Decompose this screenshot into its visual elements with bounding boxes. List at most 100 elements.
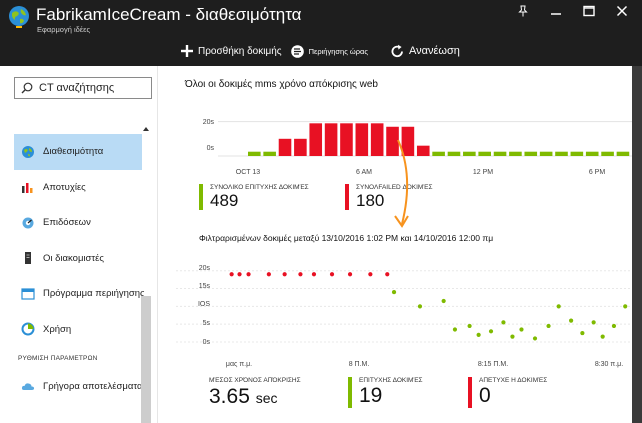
detail-point [510,334,515,339]
detail-x-tick: 8:30 π.μ. [595,361,623,368]
annotation-arrow-icon [394,139,409,228]
main-right-edge [632,66,642,423]
detail-x-tick: 8:15 Π.Μ. [478,361,508,368]
command-toolbar: Προσθήκη δοκιμής Περιήγησης ώρας Ανανέωσ… [180,39,468,63]
add-test-label: Προσθήκη δοκιμής [198,45,282,57]
avg-response-label: ΜΈΣΟΣ ΧΡΌΝΟΣ ΑΠΌΚΡΙΣΗΣ [209,377,301,384]
minimize-icon [550,13,561,15]
detail-point [441,298,446,304]
sidebar-item-label: Αποτυχίες [43,181,86,193]
detail-point [488,329,494,334]
detail-point [556,304,561,309]
detail-y-tick: 0s [203,339,211,346]
main-panel: Όλοι οι δοκιμές mms χρόνο απόκρισης web … [166,66,632,423]
pin-button[interactable] [506,0,539,22]
refresh-icon [391,44,403,57]
detail-point [417,304,423,309]
close-icon [616,5,627,17]
sidebar: CT αναζήτησης Διαθεσιμότητα Αποτυχίες Επ… [0,66,158,423]
detail-point [501,320,506,325]
add-test-button[interactable]: Προσθήκη δοκιμής [180,44,282,58]
sidebar-item-performance[interactable]: Επιδόσεων [14,205,142,241]
sidebar-item-label: Επιδόσεων [43,217,91,229]
detail-point [329,272,335,277]
refresh-button[interactable]: Ανανέωση [390,44,460,59]
sidebar-item-label: Διαθεσιμότητα [43,146,104,158]
sidebar-item-browser[interactable]: Πρόγραμμα περιήγησης [14,276,145,312]
detail-point [476,332,481,337]
browse-time-label: Περιήγησης ώρας [308,46,368,56]
detail-point [467,323,472,329]
detail-point [246,272,251,277]
detail-point [519,327,524,332]
detail-y-tick: 5s [203,320,211,327]
sidebar-scrollbar-thumb[interactable] [141,296,151,423]
avg-response-stat[interactable]: ΜΈΣΟΣ ΧΡΌΝΟΣ ΑΠΌΚΡΙΣΗΣ 3.65 sec [209,377,301,411]
detail-point [385,272,390,277]
globe-logo-icon [9,6,29,28]
detail-point [368,272,373,277]
search-placeholder: CT αναζήτησης [39,82,115,94]
plus-icon [181,45,193,57]
window-controls [506,0,638,22]
avg-response-unit: sec [255,390,278,406]
sidebar-item-servers[interactable]: Οι διακομιστές [14,241,142,277]
maximize-button[interactable] [572,0,605,22]
detail-point [391,289,397,295]
close-button[interactable] [605,0,638,22]
browse-time-button[interactable]: Περιήγησης ώρας [290,44,368,59]
performance-icon [22,217,34,229]
detail-point [298,272,303,277]
detail-point [623,304,628,309]
failed-tests-stat[interactable]: ΑΠΕΤΥΧΕ Η ΔΟΚΙΜΈΣ 0 [468,377,547,408]
usage-icon [21,322,35,336]
refresh-label: Ανανέωση [408,45,460,57]
sidebar-item-label: Χρήση [43,323,72,335]
bar-chart-icon [22,183,33,194]
detail-point [347,272,353,277]
detail-point [532,336,538,341]
detail-point [229,272,234,277]
avg-response-value: 3.65 sec [209,384,301,411]
title-bar: FabrikamIceCream - διαθεσιμότητα Εφαρμογ… [0,0,642,66]
sidebar-item-usage[interactable]: Χρήση [14,312,142,348]
pin-icon [517,5,528,17]
detail-point [591,320,596,325]
detail-x-tick: μας π.μ. [226,361,252,368]
sidebar-item-label: Οι διακομιστές [43,252,104,264]
detail-point [600,334,605,339]
detail-point [452,327,458,332]
failed-tests-value: 0 [479,384,491,407]
detail-point [282,272,287,277]
globe-icon [22,145,34,158]
scroll-up-arrow-icon[interactable] [141,124,151,134]
detail-point [580,330,585,336]
detail-point [266,272,271,277]
sidebar-item-failures[interactable]: Αποτυχίες [14,170,142,206]
maximize-icon [582,5,595,17]
sidebar-item-quick-results[interactable]: Γρήγορα αποτελέσματα [14,369,142,405]
settings-section-header: ΡΥΘΜΙΣΗ ΠΑΡΑΜΕΤΡΩΝ [18,354,98,362]
sidebar-item-availability[interactable]: Διαθεσιμότητα [14,134,142,170]
detail-point [611,323,617,329]
server-icon [25,252,31,265]
nav-list: Διαθεσιμότητα Αποτυχίες Επιδόσεων Οι δια… [14,134,145,405]
sidebar-item-label: Γρήγορα αποτελέσματα [43,381,143,393]
passed-tests-stat[interactable]: ΕΠΙΤΥΧΗΣ ΔΟΚΙΜΈΣ 19 [348,377,423,408]
cloud-icon [21,383,35,390]
window-subtitle: Εφαρμογή ιδέες [37,25,91,34]
detail-point [237,272,242,277]
passed-tests-value: 19 [359,384,383,407]
search-icon [21,82,33,94]
failed-tests-label: ΑΠΕΤΥΧΕ Η ΔΟΚΙΜΈΣ [479,377,548,384]
sidebar-item-label: Πρόγραμμα περιήγησης [43,288,145,300]
detail-point [546,323,551,329]
window-title: FabrikamIceCream - διαθεσιμότητα [36,5,302,24]
search-input[interactable]: CT αναζήτησης [14,77,152,99]
detail-point [311,272,317,277]
passed-tests-label: ΕΠΙΤΥΧΗΣ ΔΟΚΙΜΈΣ [359,377,423,384]
detail-point [569,318,574,323]
avg-response-number: 3.65 [209,385,250,408]
detail-x-tick: 8 Π.Μ. [349,361,370,368]
minimize-button[interactable] [539,0,572,22]
